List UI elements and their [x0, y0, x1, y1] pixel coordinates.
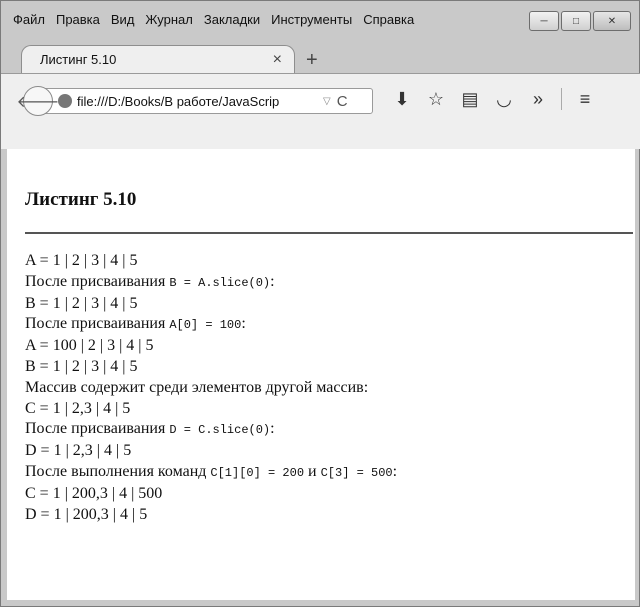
window-controls: ─ □ ✕	[529, 11, 631, 31]
navigation-toolbar: file:///D:/Books/В работе/JavaScrip ▽ C …	[1, 73, 640, 149]
tab-title: Листинг 5.10	[40, 52, 117, 67]
code-snippet: A[0] = 100	[169, 318, 242, 333]
line-text: D = 1 | 2,3 | 4 | 5	[25, 442, 132, 460]
star-icon[interactable]: ☆	[419, 89, 453, 110]
code-snippet: C[3] = 500	[320, 465, 393, 480]
tab-strip: Листинг 5.10 × +	[1, 37, 640, 73]
menu-bookmarks[interactable]: Закладки	[204, 12, 260, 27]
line-text: Массив содержит среди элементов другой м…	[25, 378, 369, 396]
url-text[interactable]: file:///D:/Books/В работе/JavaScrip	[77, 94, 317, 109]
line-text: :	[241, 315, 246, 333]
menu-file[interactable]: Файл	[13, 12, 45, 27]
output-line: После присваивания D = C.slice(0):	[25, 419, 397, 441]
output-line: Массив содержит среди элементов другой м…	[25, 378, 397, 399]
line-text: D = 1 | 200,3 | 4 | 5	[25, 505, 148, 523]
reader-list-icon[interactable]: ▤	[453, 89, 487, 110]
code-snippet: D = C.slice(0)	[169, 423, 271, 438]
minimize-icon: ─	[540, 15, 548, 27]
line-text: После выполнения команд	[25, 462, 211, 480]
close-window-button[interactable]: ✕	[593, 11, 631, 31]
line-text: :	[392, 462, 398, 480]
line-text: :	[270, 420, 275, 438]
status-bar	[7, 600, 635, 606]
maximize-button[interactable]: □	[561, 11, 591, 31]
toolbar-icons: ⬇ ☆ ▤ ◡ » ≡	[385, 88, 602, 110]
arrow-left-icon: 🡐	[16, 93, 60, 111]
line-text: :	[270, 272, 275, 290]
output-line: C = 1 | 200,3 | 4 | 500	[25, 484, 397, 505]
browser-window: Файл Правка Вид Журнал Закладки Инструме…	[0, 0, 640, 607]
pocket-icon[interactable]: ◡	[487, 89, 521, 110]
line-text: B = 1 | 2 | 3 | 4 | 5	[25, 357, 138, 375]
address-bar[interactable]: file:///D:/Books/В работе/JavaScrip ▽ C	[41, 88, 373, 114]
line-text: После присваивания	[25, 420, 170, 438]
page-content: Листинг 5.10 A = 1 | 2 | 3 | 4 | 5 После …	[7, 149, 635, 604]
line-text: и	[304, 462, 321, 480]
menu-bar: Файл Правка Вид Журнал Закладки Инструме…	[1, 1, 501, 37]
output-line: B = 1 | 2 | 3 | 4 | 5	[25, 294, 397, 315]
close-icon: ✕	[607, 15, 617, 27]
menu-tools[interactable]: Инструменты	[271, 12, 352, 27]
menu-history[interactable]: Журнал	[145, 12, 192, 27]
output-line: После присваивания B = A.slice(0):	[25, 272, 397, 294]
output-line: A = 1 | 2 | 3 | 4 | 5	[25, 251, 397, 272]
output-lines: A = 1 | 2 | 3 | 4 | 5 После присваивания …	[25, 251, 397, 525]
chevrons-right-icon[interactable]: »	[521, 89, 555, 110]
output-line: После выполнения команд C[1][0] = 200 и …	[25, 462, 397, 484]
output-line: B = 1 | 2 | 3 | 4 | 5	[25, 357, 397, 378]
page-heading: Листинг 5.10	[25, 189, 137, 210]
line-text: A = 1 | 2 | 3 | 4 | 5	[25, 252, 138, 269]
new-tab-button[interactable]: +	[306, 49, 318, 72]
back-button[interactable]: 🡐	[17, 86, 59, 116]
hamburger-menu-icon[interactable]: ≡	[568, 89, 602, 110]
line-text: C = 1 | 200,3 | 4 | 500	[25, 484, 163, 502]
line-text: После присваивания	[25, 315, 170, 333]
output-line: A = 100 | 2 | 3 | 4 | 5	[25, 336, 397, 357]
download-icon[interactable]: ⬇	[385, 89, 419, 110]
line-text: B = 1 | 2 | 3 | 4 | 5	[25, 294, 138, 312]
output-line: После присваивания A[0] = 100:	[25, 314, 397, 336]
divider	[25, 232, 633, 234]
code-snippet: C[1][0] = 200	[210, 465, 305, 480]
line-text: C = 1 | 2,3 | 4 | 5	[25, 399, 131, 417]
code-snippet: B = A.slice(0)	[169, 275, 271, 290]
tab-close-icon[interactable]: ×	[273, 51, 282, 69]
output-line: D = 1 | 200,3 | 4 | 5	[25, 505, 397, 526]
maximize-icon: □	[572, 15, 580, 27]
reload-icon[interactable]: C	[337, 93, 348, 110]
menu-help[interactable]: Справка	[363, 12, 414, 27]
globe-icon	[58, 94, 72, 108]
minimize-button[interactable]: ─	[529, 11, 559, 31]
menu-view[interactable]: Вид	[111, 12, 135, 27]
chevron-down-icon[interactable]: ▽	[323, 96, 331, 107]
output-line: D = 1 | 2,3 | 4 | 5	[25, 441, 397, 462]
toolbar-separator	[561, 88, 562, 110]
line-text: После присваивания	[25, 272, 170, 290]
output-line: C = 1 | 2,3 | 4 | 5	[25, 399, 397, 420]
menu-edit[interactable]: Правка	[56, 12, 100, 27]
tab-listing[interactable]: Листинг 5.10 ×	[21, 45, 295, 73]
line-text: A = 100 | 2 | 3 | 4 | 5	[25, 337, 154, 355]
